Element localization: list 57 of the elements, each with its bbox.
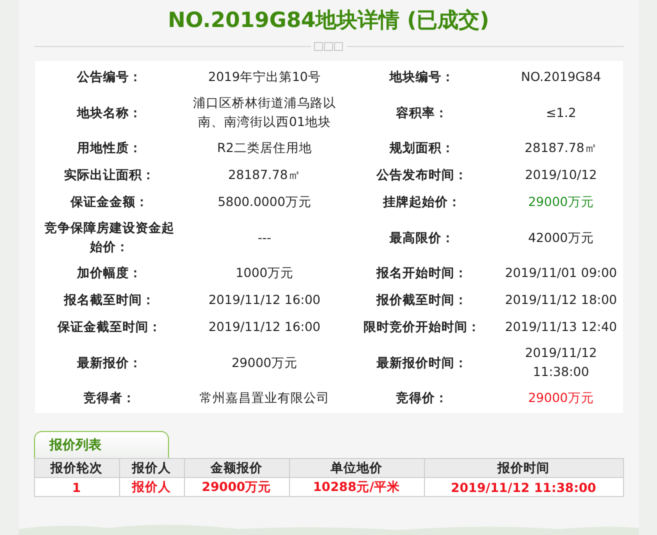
field-label: 公告编号： [76,68,143,86]
field-label: 最新报价时间： [376,354,468,372]
field-value: 常州嘉昌置业有限公司 [198,389,330,407]
field-label: 竞得价： [395,389,449,407]
field-value: 29000万元 [527,193,595,211]
table-cell: 29000万元 [184,478,289,496]
field-value: 2019/11/13 12:40 [504,318,618,336]
field-label: 最高限价： [388,228,456,246]
field-value: 2019/11/12 11:38:00 [524,344,598,381]
field-value: ≤1.2 [544,104,578,122]
field-label: 挂牌起始价： [382,193,462,211]
field-label: 报名开始时间： [375,264,468,282]
field-label: 保证金金额： [69,193,150,211]
field-label: 地块编号： [388,68,456,86]
table-cell: 1 [34,478,119,496]
bid-list-tab[interactable]: 报价列表 [34,431,168,458]
field-label: 竞得者： [82,389,136,407]
page-title: NO.2019G84地块详情 (已成交) [168,7,490,34]
field-label: 用地性质： [76,139,143,157]
field-value: 1000万元 [234,264,294,282]
field-value: 2019/11/01 09:00 [504,264,618,282]
field-label: 限时竞价开始时间： [362,318,482,336]
field-value: 2019/10/12 [524,166,598,184]
field-value: 2019年宁出第10号 [207,68,322,86]
table-cell: 2019/11/12 11:38:00 [424,478,623,496]
field-label: 保证金截至时间： [56,318,162,336]
field-value: 29000万元 [230,354,298,372]
field-value: 28187.78㎡ [227,166,302,184]
column-header: 报价时间 [424,458,623,478]
field-label: 公告发布时间： [375,166,468,184]
divider-ornament-icon [314,42,344,51]
field-value: 28187.78㎡ [524,139,598,157]
field-value: --- [256,228,272,246]
column-header: 金额报价 [184,458,289,478]
column-header: 报价人 [119,458,184,478]
field-value: NO.2019G84 [520,68,602,86]
field-label: 容积率： [395,104,449,122]
field-value: 浦口区桥林街道浦乌路以南、南湾街以西01地块 [192,94,337,131]
field-value: 29000万元 [527,389,595,407]
table-cell: 10288元/平米 [289,478,424,496]
column-header: 单位地价 [289,458,424,478]
field-value: 2019/11/12 16:00 [207,318,322,336]
field-label: 最新报价： [76,354,143,372]
field-value: 42000万元 [527,228,595,246]
column-header: 报价轮次 [34,458,119,478]
field-value: R2二类居住用地 [216,139,313,157]
field-label: 规划面积： [388,139,456,157]
field-label: 加价幅度： [76,264,143,282]
field-value: 2019/11/12 18:00 [504,291,618,309]
field-label: 报名截至时间： [62,291,156,309]
field-value: 2019/11/12 16:00 [207,291,322,309]
field-label: 竞争保障房建设资金起始价： [44,219,176,256]
field-label: 地块名称： [76,104,143,122]
field-value: 5800.0000万元 [216,193,312,211]
table-cell: 报价人 [119,478,184,496]
field-label: 实际出让面积： [63,166,156,184]
field-label: 报价截至时间： [375,291,468,309]
